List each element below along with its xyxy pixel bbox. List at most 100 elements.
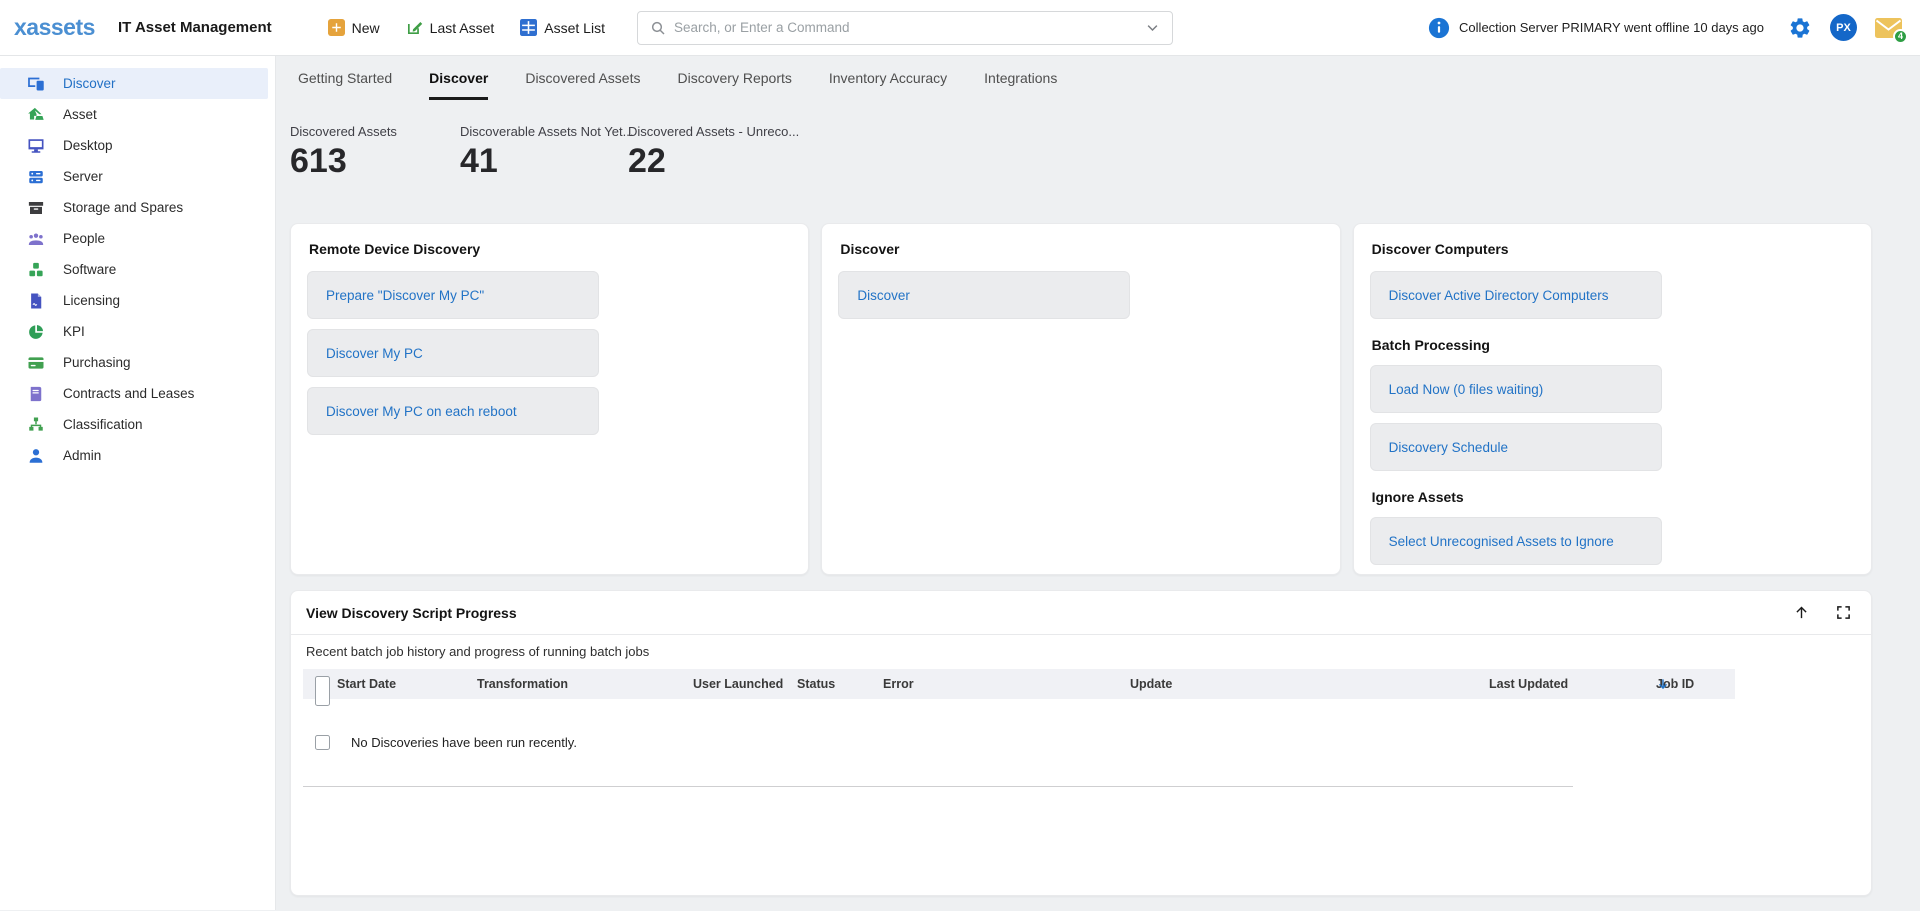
mail-icon[interactable]: 4	[1875, 18, 1902, 38]
discover-computers-card: Discover Computers Discover Active Direc…	[1353, 223, 1872, 575]
discovery-schedule-button[interactable]: Discovery Schedule	[1370, 423, 1662, 471]
stat-label: Discovered Assets - Unreco...	[628, 124, 798, 139]
column-header-update[interactable]: Update	[1130, 669, 1172, 699]
chevron-down-icon[interactable]	[1145, 20, 1160, 35]
people-icon	[26, 229, 45, 248]
sidebar-item-label: KPI	[63, 324, 85, 339]
panel-subtitle: Recent batch job history and progress of…	[291, 635, 1871, 669]
kpi-pie-icon	[26, 322, 45, 341]
discover-my-pc-button[interactable]: Discover My PC	[307, 329, 599, 377]
tab-integrations[interactable]: Integrations	[984, 56, 1057, 100]
main-content: Getting Started Discover Discovered Asse…	[276, 56, 1920, 910]
sidebar-item-kpi[interactable]: KPI	[0, 316, 268, 347]
top-header: xassets IT Asset Management New Last Ass…	[0, 0, 1920, 56]
discover-my-pc-each-reboot-button[interactable]: Discover My PC on each reboot	[307, 387, 599, 435]
new-button[interactable]: New	[328, 19, 380, 36]
cards-row: Remote Device Discovery Prepare "Discove…	[290, 223, 1872, 575]
gear-icon[interactable]	[1788, 16, 1812, 40]
software-cubes-icon	[26, 260, 45, 279]
stat-label: Discoverable Assets Not Yet...	[460, 124, 628, 139]
desktop-icon	[26, 136, 45, 155]
row-checkbox[interactable]	[315, 735, 330, 750]
sidebar: Discover Asset Desktop Server Storage an	[0, 56, 276, 910]
storage-box-icon	[26, 198, 45, 217]
discover-button[interactable]: Discover	[838, 271, 1130, 319]
tab-discover[interactable]: Discover	[429, 56, 488, 100]
column-header-user-launched[interactable]: User Launched	[693, 669, 783, 699]
column-header-transformation[interactable]: Transformation	[477, 669, 568, 699]
new-plus-icon	[328, 19, 345, 36]
new-button-label: New	[352, 20, 380, 36]
column-header-start-date[interactable]: Start Date	[337, 669, 396, 699]
search-input[interactable]	[674, 20, 1137, 35]
last-asset-button[interactable]: Last Asset	[406, 19, 495, 36]
avatar[interactable]: PX	[1830, 14, 1857, 41]
sidebar-item-software[interactable]: Software	[0, 254, 268, 285]
tab-bar: Getting Started Discover Discovered Asse…	[290, 56, 1872, 100]
tab-inventory-accuracy[interactable]: Inventory Accuracy	[829, 56, 947, 100]
sidebar-item-label: Server	[63, 169, 103, 184]
server-status-notification: Collection Server PRIMARY went offline 1…	[1428, 17, 1764, 39]
expand-fullscreen-icon[interactable]	[1836, 605, 1851, 620]
tab-discovery-reports[interactable]: Discovery Reports	[678, 56, 792, 100]
stat-discovered-unrecognised: Discovered Assets - Unreco... 22	[628, 124, 798, 178]
search-icon	[650, 20, 666, 36]
mail-badge: 4	[1893, 29, 1908, 44]
prepare-discover-my-pc-button[interactable]: Prepare "Discover My PC"	[307, 271, 599, 319]
empty-table-message: No Discoveries have been run recently.	[351, 735, 577, 750]
classification-hierarchy-icon	[26, 415, 45, 434]
discover-active-directory-button[interactable]: Discover Active Directory Computers	[1370, 271, 1662, 319]
tab-getting-started[interactable]: Getting Started	[298, 56, 392, 100]
sidebar-item-label: Admin	[63, 448, 101, 463]
discovery-progress-panel: View Discovery Script Progress Recent ba…	[290, 590, 1872, 896]
sidebar-item-label: Storage and Spares	[63, 200, 183, 215]
sidebar-item-desktop[interactable]: Desktop	[0, 130, 268, 161]
info-icon[interactable]	[1428, 17, 1450, 39]
panel-header: View Discovery Script Progress	[291, 591, 1871, 635]
licensing-document-icon	[26, 291, 45, 310]
stat-discovered-assets: Discovered Assets 613	[290, 124, 460, 178]
edit-icon	[406, 19, 423, 36]
asset-list-button[interactable]: Asset List	[520, 19, 605, 36]
sidebar-item-label: Licensing	[63, 293, 120, 308]
table-row: No Discoveries have been run recently.	[303, 699, 1573, 787]
tab-discovered-assets[interactable]: Discovered Assets	[525, 56, 640, 100]
sidebar-item-purchasing[interactable]: Purchasing	[0, 347, 268, 378]
sidebar-item-label: Desktop	[63, 138, 113, 153]
ignore-assets-heading: Ignore Assets	[1372, 489, 1855, 505]
sidebar-item-label: Classification	[63, 417, 143, 432]
sidebar-item-contracts-and-leases[interactable]: Contracts and Leases	[0, 378, 268, 409]
command-search	[637, 11, 1173, 45]
sidebar-item-admin[interactable]: Admin	[0, 440, 268, 471]
column-header-error[interactable]: Error	[883, 669, 914, 699]
table-header: Start Date Transformation User Launched …	[303, 669, 1735, 699]
sort-descending-icon	[1656, 669, 1670, 699]
sidebar-item-asset[interactable]: Asset	[0, 99, 268, 130]
asset-list-button-label: Asset List	[544, 20, 605, 36]
column-header-last-updated[interactable]: Last Updated	[1489, 669, 1568, 699]
card-title: Discover Computers	[1372, 241, 1855, 257]
load-now-button[interactable]: Load Now (0 files waiting)	[1370, 365, 1662, 413]
sidebar-item-discover[interactable]: Discover	[0, 68, 268, 99]
discover-card: Discover Discover	[821, 223, 1340, 575]
stat-label: Discovered Assets	[290, 124, 460, 139]
stat-discoverable-not-yet: Discoverable Assets Not Yet... 41	[460, 124, 628, 178]
panel-title: View Discovery Script Progress	[306, 605, 517, 621]
card-title: Discover	[840, 241, 1323, 257]
stat-value: 41	[460, 144, 628, 178]
batch-processing-heading: Batch Processing	[1372, 337, 1855, 353]
sidebar-item-label: Contracts and Leases	[63, 386, 194, 401]
stat-value: 613	[290, 144, 460, 178]
select-all-checkbox[interactable]	[315, 676, 330, 706]
select-unrecognised-assets-button[interactable]: Select Unrecognised Assets to Ignore	[1370, 517, 1662, 565]
xassets-logo: xassets	[14, 14, 118, 41]
sidebar-item-classification[interactable]: Classification	[0, 409, 268, 440]
sidebar-item-storage-and-spares[interactable]: Storage and Spares	[0, 192, 268, 223]
sidebar-item-label: People	[63, 231, 105, 246]
sidebar-item-licensing[interactable]: Licensing	[0, 285, 268, 316]
sidebar-item-server[interactable]: Server	[0, 161, 268, 192]
sidebar-item-label: Purchasing	[63, 355, 131, 370]
sidebar-item-people[interactable]: People	[0, 223, 268, 254]
column-header-status[interactable]: Status	[797, 669, 835, 699]
scroll-up-arrow-icon[interactable]	[1793, 604, 1810, 621]
